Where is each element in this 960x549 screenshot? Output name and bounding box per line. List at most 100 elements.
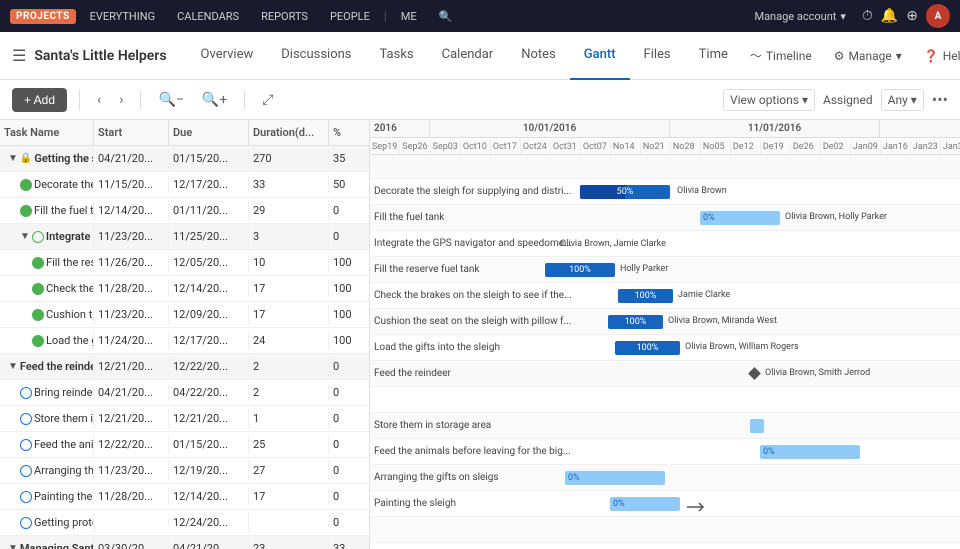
task-start: 11/23/20... [94, 227, 169, 246]
task-list-header: Task Name Start Due Duration(d... % [0, 120, 369, 146]
task-row[interactable]: ▼ 🔒 Getting the sleigh ... 04/21/20... 0… [0, 146, 369, 172]
gantt-bar-pct: 100% [635, 291, 657, 301]
task-pct: 0 [329, 409, 369, 428]
task-pct: 0 [329, 357, 369, 376]
tab-discussions[interactable]: Discussions [267, 32, 365, 80]
projects-badge[interactable]: PROJECTS [10, 9, 76, 24]
gantt-bar-pct: 0% [760, 447, 775, 457]
group-toggle-icon[interactable]: ▼ [20, 231, 30, 242]
task-name-cell: Cushion the sea... [0, 305, 94, 324]
nav-calendars[interactable]: CALENDARS [169, 10, 247, 23]
task-row[interactable]: Bring reindee... 04/21/20... 04/22/20...… [0, 380, 369, 406]
task-name-label: Store them in... [34, 412, 94, 425]
tab-notes[interactable]: Notes [507, 32, 570, 80]
task-row[interactable]: ▼ Feed the reinde... 12/21/20... 12/22/2… [0, 354, 369, 380]
gantt-row-group: Integrate the GPS navigator and speedome… [370, 231, 960, 257]
task-duration: 1 [249, 409, 329, 428]
task-row[interactable]: Fill the fuel tank 12/14/20... 01/11/20.… [0, 198, 369, 224]
gantt-panel[interactable]: 2016 10/01/2016 11/01/2016 12/01/2016 01… [370, 120, 960, 549]
milestone-diamond [748, 367, 761, 380]
toolbar-separator-3 [244, 90, 245, 110]
task-name-label: Getting protecti... [34, 516, 94, 529]
task-duration: 24 [249, 331, 329, 350]
hamburger-icon[interactable]: ☰ [12, 46, 26, 65]
view-options-btn[interactable]: View options ▾ [723, 89, 815, 111]
notification-icon[interactable]: 🔔 [881, 8, 898, 24]
group-toggle-icon[interactable]: ▼ [8, 153, 18, 164]
gantt-assignee: Olivia Brown [675, 186, 727, 196]
gantt-week: Oct07 [581, 140, 611, 154]
task-row[interactable]: Fill the reserv... 11/26/20... 12/05/20.… [0, 250, 369, 276]
gantt-week: De26 [791, 140, 821, 154]
task-row[interactable]: Load the gifts in... 11/24/20... 12/17/2… [0, 328, 369, 354]
tab-overview[interactable]: Overview [187, 32, 268, 80]
task-row[interactable]: Cushion the sea... 11/23/20... 12/09/20.… [0, 302, 369, 328]
zoom-out-icon[interactable]: 🔍− [153, 89, 188, 111]
avatar[interactable]: A [926, 4, 950, 28]
task-row[interactable]: ▼ Integrate the G... 11/23/20... 11/25/2… [0, 224, 369, 250]
task-name-cell: Fill the fuel tank [0, 201, 94, 220]
help-btn[interactable]: ❓ Help [916, 45, 960, 67]
gantt-assignee: Olivia Brown, Jamie Clarke [560, 239, 666, 249]
timeline-icon: 〜 [750, 47, 762, 64]
task-duration: 2 [249, 383, 329, 402]
gantt-month-nov: 11/01/2016 [670, 120, 880, 137]
tab-gantt[interactable]: Gantt [570, 32, 630, 80]
tab-calendar[interactable]: Calendar [428, 32, 508, 80]
tab-files[interactable]: Files [630, 32, 685, 80]
gantt-week: Jan09 [851, 140, 881, 154]
manage-account[interactable]: Manage account ▾ [754, 10, 845, 23]
group-toggle-icon[interactable]: ▼ [8, 361, 18, 372]
add-icon[interactable]: ⊕ [906, 8, 918, 24]
manage-btn[interactable]: ⚙ Manage ▾ [826, 45, 910, 67]
task-row[interactable]: ▼ Managing Santa's we... 03/30/20... 04/… [0, 536, 369, 549]
tab-time[interactable]: Time [685, 32, 742, 80]
task-duration: 33 [249, 175, 329, 194]
task-name-cell: Bring reindee... [0, 383, 94, 402]
task-name-label: Fill the fuel tank [34, 204, 94, 217]
gantt-row: Fill the fuel tank 0% Olivia Brown, Holl… [370, 205, 960, 231]
gantt-task-label: Fill the reserve fuel tank [374, 264, 479, 275]
status-icon [20, 491, 32, 503]
gantt-week: Sep19 [370, 140, 400, 154]
expand-icon[interactable]: ⤢ [257, 89, 278, 111]
task-row[interactable]: Feed the ani... 12/22/20... 01/15/20... … [0, 432, 369, 458]
nav-people[interactable]: PEOPLE [322, 10, 378, 23]
search-icon[interactable]: 🔍 [431, 10, 461, 23]
task-start: 11/15/20... [94, 175, 169, 194]
task-due: 04/22/20... [169, 383, 249, 402]
add-button[interactable]: + Add [12, 88, 67, 112]
task-row[interactable]: Decorate the sl... 11/15/20... 12/17/20.… [0, 172, 369, 198]
gantt-week: No28 [671, 140, 701, 154]
task-name-cell: Store them in... [0, 409, 94, 428]
task-row[interactable]: Getting protecti... 12/24/20... 0 [0, 510, 369, 536]
nav-prev-icon[interactable]: ‹ [92, 89, 106, 111]
timeline-btn[interactable]: 〜 Timeline [742, 43, 820, 68]
tab-tasks[interactable]: Tasks [366, 32, 428, 80]
nav-next-icon[interactable]: › [114, 89, 128, 111]
gantt-bar-pct: 100% [569, 265, 591, 275]
task-duration: 29 [249, 201, 329, 220]
task-name-cell: Painting the slei... [0, 487, 94, 506]
zoom-in-icon[interactable]: 🔍+ [197, 89, 232, 111]
more-options-btn[interactable]: ••• [932, 90, 948, 109]
task-row[interactable]: Store them in... 12/21/20... 12/21/20...… [0, 406, 369, 432]
gantt-week: Oct24 [521, 140, 551, 154]
task-row[interactable]: Painting the slei... 11/28/20... 12/14/2… [0, 484, 369, 510]
gantt-month-header: 2016 10/01/2016 11/01/2016 12/01/2016 01… [370, 120, 960, 138]
status-icon [32, 335, 44, 347]
task-row[interactable]: Arranging the g... 11/23/20... 12/19/20.… [0, 458, 369, 484]
group-toggle-icon[interactable]: ▼ [8, 543, 18, 549]
nav-everything[interactable]: EVERYTHING [82, 10, 163, 23]
task-name-label: Bring reindee... [34, 386, 94, 399]
task-row[interactable]: Check the brake... 11/28/20... 12/14/20.… [0, 276, 369, 302]
task-name-cell: Feed the ani... [0, 435, 94, 454]
task-pct: 0 [329, 461, 369, 480]
nav-me[interactable]: ME [393, 10, 425, 23]
timer-icon[interactable]: ⏱ [862, 8, 873, 24]
task-duration [249, 520, 329, 526]
task-name-label: Cushion the sea... [46, 308, 94, 321]
nav-reports[interactable]: REPORTS [253, 10, 316, 23]
assigned-filter-btn[interactable]: Any ▾ [881, 89, 924, 111]
task-duration: 3 [249, 227, 329, 246]
